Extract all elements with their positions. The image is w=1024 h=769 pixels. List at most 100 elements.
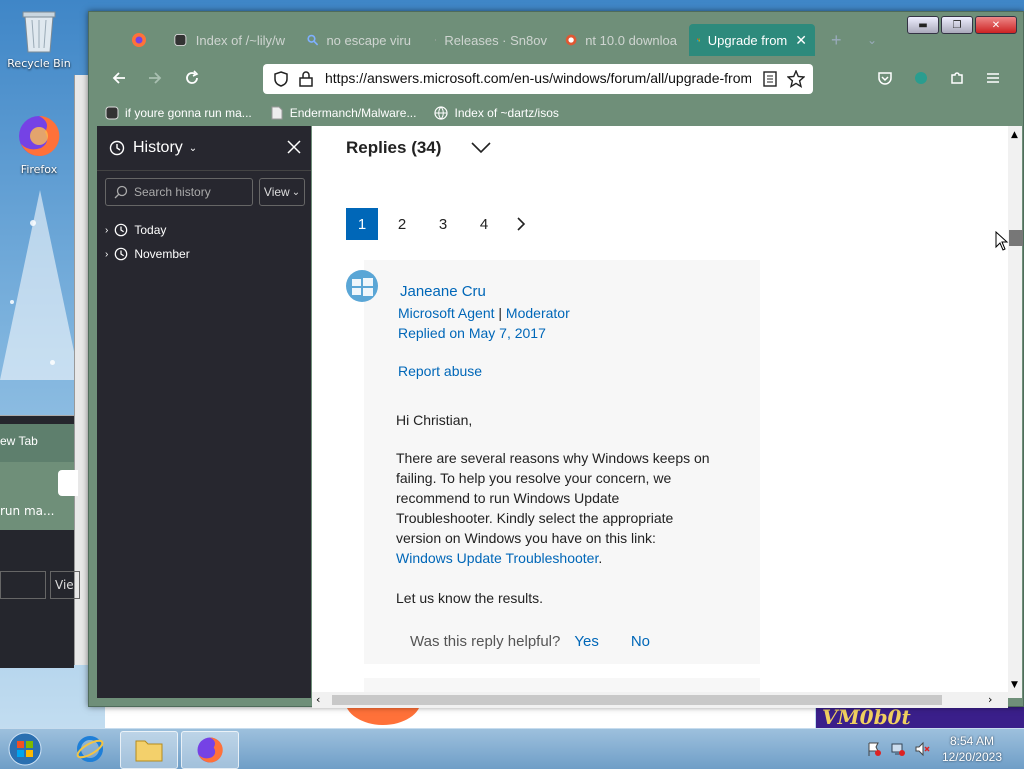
- horizontal-scrollbar-thumb[interactable]: [332, 695, 942, 705]
- desktop-icon-label: Firefox: [20, 163, 58, 176]
- system-clock[interactable]: 8:54 AM 12/20/2023: [942, 733, 1002, 765]
- taskbar-file-explorer[interactable]: [120, 731, 178, 769]
- new-tab-button[interactable]: +: [831, 24, 842, 56]
- reload-button[interactable]: [178, 64, 206, 92]
- background-urlbar[interactable]: [58, 470, 78, 496]
- volume-muted-icon[interactable]: [914, 741, 930, 757]
- reply-closing: Let us know the results.: [396, 590, 544, 606]
- tab-upgrade-from[interactable]: Upgrade from ✕: [689, 24, 815, 56]
- scroll-up-icon[interactable]: ▲: [1011, 130, 1018, 140]
- role-agent[interactable]: Microsoft Agent: [398, 305, 495, 321]
- background-view-button[interactable]: Vie: [50, 571, 80, 599]
- background-tab[interactable]: ew Tab: [0, 424, 74, 462]
- horizontal-scrollbar[interactable]: ‹ ›: [312, 692, 1008, 708]
- page-content: Replies (34) 1 2 3 4 Janeane Cru Microso…: [312, 126, 1008, 698]
- desktop-icon-recycle-bin[interactable]: Recycle Bin: [3, 6, 75, 70]
- background-toolbar: run ma...: [0, 462, 78, 530]
- menu-button[interactable]: [979, 64, 1007, 92]
- replies-count: Replies (34): [346, 138, 442, 157]
- history-group-today[interactable]: › Today: [105, 218, 190, 242]
- internet-explorer-icon: [76, 736, 104, 762]
- role-moderator[interactable]: Moderator: [506, 305, 570, 321]
- troubleshooter-link[interactable]: Windows Update Troubleshooter: [396, 550, 598, 566]
- helpful-question: Was this reply helpful?: [410, 633, 561, 650]
- bookmark-item[interactable]: if youre gonna run ma...: [105, 106, 252, 120]
- search-icon: [307, 34, 319, 46]
- forward-button[interactable]: [141, 64, 169, 92]
- system-tray: [866, 741, 930, 757]
- tab-index-lily[interactable]: Index of /~lily/w: [173, 24, 285, 56]
- next-page-button[interactable]: [505, 208, 537, 240]
- helpful-no-button[interactable]: No: [631, 633, 650, 650]
- view-button-label: View: [263, 185, 290, 199]
- page-4-button[interactable]: 4: [468, 208, 500, 240]
- page-3-button[interactable]: 3: [427, 208, 459, 240]
- list-all-tabs-button[interactable]: ⌄: [867, 24, 877, 56]
- url-bar[interactable]: https://answers.microsoft.com/en-us/wind…: [263, 64, 813, 94]
- background-bookmark[interactable]: run ma...: [0, 504, 54, 518]
- mouse-cursor-icon: [995, 231, 1009, 251]
- page-2-button[interactable]: 2: [386, 208, 418, 240]
- author-name-link[interactable]: Janeane Cru: [400, 283, 486, 300]
- page-icon: [271, 106, 283, 120]
- page-1-button[interactable]: 1: [346, 208, 378, 240]
- replies-header[interactable]: Replies (34): [346, 138, 492, 158]
- scrollbar-thumb[interactable]: [1009, 230, 1023, 246]
- avatar: [346, 270, 378, 302]
- scroll-right-icon[interactable]: ›: [988, 693, 992, 706]
- tab-nt10-download[interactable]: nt 10.0 downloa: [565, 24, 677, 56]
- report-abuse-link[interactable]: Report abuse: [398, 363, 482, 379]
- clock-icon: [115, 223, 128, 237]
- navigation-toolbar: https://answers.microsoft.com/en-us/wind…: [97, 56, 1015, 100]
- url-text[interactable]: https://answers.microsoft.com/en-us/wind…: [325, 70, 751, 86]
- network-icon[interactable]: [890, 741, 906, 757]
- background-search[interactable]: [0, 571, 46, 599]
- tab-firefox[interactable]: [131, 24, 147, 56]
- forward-arrow-icon: [149, 72, 162, 84]
- reply-greeting: Hi Christian,: [396, 412, 473, 428]
- taskbar-firefox[interactable]: [181, 731, 239, 769]
- account-button[interactable]: [907, 64, 935, 92]
- globe-icon: [434, 106, 449, 120]
- tab-no-escape[interactable]: no escape viru: [307, 24, 411, 56]
- scroll-down-icon[interactable]: ▼: [1011, 680, 1018, 690]
- view-button[interactable]: View ⌄: [259, 178, 305, 206]
- tab-title: Releases · Sn8ov: [444, 32, 547, 48]
- close-icon[interactable]: [287, 140, 301, 154]
- index-icon: [105, 106, 119, 120]
- bookmark-item[interactable]: Index of ~dartz/isos: [434, 106, 559, 120]
- reply-body-line: recommend to run Windows Update: [396, 490, 620, 506]
- account-icon: [915, 72, 927, 84]
- vertical-scrollbar[interactable]: ▲ ▼: [1008, 126, 1023, 698]
- taskbar-internet-explorer[interactable]: [62, 731, 118, 767]
- history-group-november[interactable]: › November: [105, 242, 190, 266]
- tab-title: Index of /~lily/w: [195, 32, 285, 48]
- desktop-icon-firefox[interactable]: Firefox: [3, 112, 75, 176]
- bookmark-star-icon[interactable]: [787, 70, 805, 88]
- scroll-left-icon[interactable]: ‹: [316, 693, 320, 706]
- bookmark-item[interactable]: Endermanch/Malware...: [270, 106, 416, 120]
- link-suffix: .: [598, 550, 603, 566]
- background-tab-label: ew Tab: [0, 434, 38, 448]
- helpful-row: Was this reply helpful? Yes No: [410, 633, 650, 650]
- tab-title: Upgrade from: [707, 32, 788, 48]
- sidebar-switcher[interactable]: History ⌄: [133, 139, 197, 157]
- helpful-yes-button[interactable]: Yes: [574, 633, 598, 650]
- history-tree: › Today › November: [105, 218, 190, 266]
- recycle-bin-icon: [22, 11, 56, 53]
- puzzle-icon: [951, 72, 963, 84]
- start-button[interactable]: [4, 729, 46, 769]
- pocket-icon: [878, 72, 892, 85]
- tab-releases[interactable]: Releases · Sn8ov: [435, 24, 547, 56]
- pocket-button[interactable]: [871, 64, 899, 92]
- extensions-button[interactable]: [943, 64, 971, 92]
- close-tab-icon[interactable]: ✕: [795, 32, 807, 49]
- reply-body: There are several reasons why Windows ke…: [396, 448, 710, 568]
- shield-icon: [274, 71, 288, 87]
- chevron-right-icon: ›: [105, 248, 109, 260]
- action-center-flag-icon[interactable]: [866, 741, 882, 757]
- reader-view-icon[interactable]: [763, 71, 777, 87]
- background-window: ew Tab run ma... Vie: [0, 415, 80, 668]
- search-history-input[interactable]: Search history: [105, 178, 253, 206]
- back-button[interactable]: [105, 64, 133, 92]
